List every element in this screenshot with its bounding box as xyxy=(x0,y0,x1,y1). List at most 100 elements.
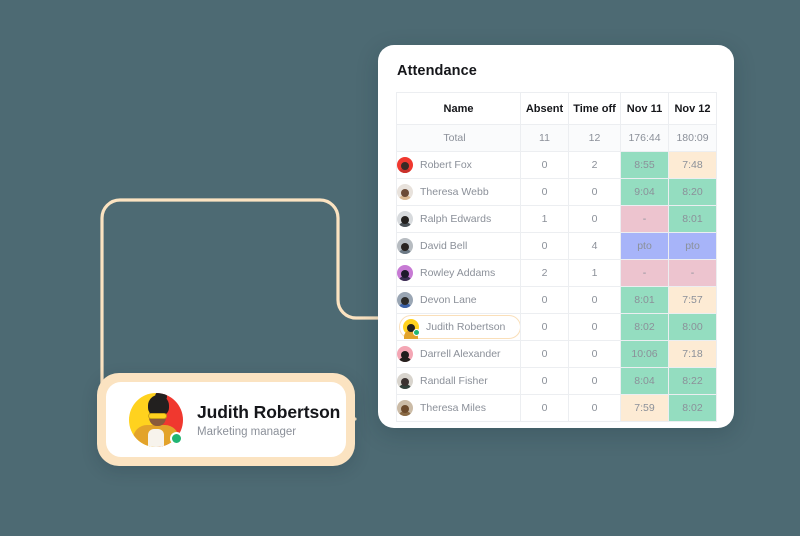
cell-absent: 0 xyxy=(520,340,569,368)
employee-name-label: Randall Fisher xyxy=(420,375,488,387)
cell-timeoff: 1 xyxy=(568,259,621,287)
employee-name-label: Theresa Webb xyxy=(420,186,489,198)
employee-name-cell[interactable]: Theresa Webb xyxy=(396,178,521,206)
avatar xyxy=(397,265,413,281)
employee-name-label: Theresa Miles xyxy=(420,402,486,414)
profile-card-inner: Judith Robertson Marketing manager xyxy=(106,382,346,457)
cell-absent: 0 xyxy=(520,151,569,179)
total-timeoff: 12 xyxy=(568,124,621,152)
table-row[interactable]: Robert Fox 0 2 8:55 7:48 xyxy=(396,151,717,179)
avatar xyxy=(397,346,413,362)
column-header-timeoff[interactable]: Time off xyxy=(568,92,621,125)
profile-name: Judith Robertson xyxy=(197,401,341,422)
avatar xyxy=(403,319,420,339)
avatar xyxy=(397,211,413,227)
table-row[interactable]: Theresa Miles 0 0 7:59 8:02 xyxy=(396,394,717,422)
cell-timeoff: 0 xyxy=(568,286,621,314)
cell-nov12: 8:00 xyxy=(668,313,717,341)
employee-name-label: David Bell xyxy=(420,240,468,252)
cell-timeoff: 0 xyxy=(568,340,621,368)
cell-absent: 0 xyxy=(520,367,569,395)
table-row[interactable]: Judith Robertson 0 0 8:02 8:00 xyxy=(396,313,717,341)
cell-absent: 0 xyxy=(520,313,569,341)
employee-name-label: Rowley Addams xyxy=(420,267,496,279)
avatar xyxy=(129,392,183,447)
employee-name-cell[interactable]: Rowley Addams xyxy=(396,259,521,287)
avatar xyxy=(397,157,413,173)
cell-nov12: 8:22 xyxy=(668,367,717,395)
table-row[interactable]: Theresa Webb 0 0 9:04 8:20 xyxy=(396,178,717,206)
table-row[interactable]: Ralph Edwards 1 0-8:01 xyxy=(396,205,717,233)
employee-name-cell[interactable]: Ralph Edwards xyxy=(396,205,521,233)
total-nov12: 180:09 xyxy=(668,124,717,152)
profile-role: Marketing manager xyxy=(197,425,297,438)
cell-nov12: 8:01 xyxy=(668,205,717,233)
cell-nov11: 8:01 xyxy=(620,286,669,314)
avatar xyxy=(397,184,413,200)
cell-nov12: - xyxy=(668,259,717,287)
column-header-nov12[interactable]: Nov 12 xyxy=(668,92,717,125)
cell-nov12: 8:20 xyxy=(668,178,717,206)
cell-timeoff: 0 xyxy=(568,367,621,395)
profile-card[interactable]: Judith Robertson Marketing manager xyxy=(97,373,355,466)
cell-timeoff: 0 xyxy=(568,205,621,233)
cell-nov11: 8:02 xyxy=(620,313,669,341)
table-row[interactable]: Rowley Addams 2 1- - xyxy=(396,259,717,287)
employee-name-cell[interactable]: Darrell Alexander xyxy=(396,340,521,368)
status-dot-online xyxy=(413,329,420,336)
cell-nov12: 7:57 xyxy=(668,286,717,314)
cell-absent: 2 xyxy=(520,259,569,287)
avatar xyxy=(397,238,413,254)
cell-nov12: pto xyxy=(668,232,717,260)
cell-timeoff: 2 xyxy=(568,151,621,179)
cell-timeoff: 0 xyxy=(568,313,621,341)
cell-timeoff: 0 xyxy=(568,394,621,422)
employee-name-cell[interactable]: Theresa Miles xyxy=(396,394,521,422)
employee-name-cell[interactable]: Devon Lane xyxy=(396,286,521,314)
table-header-row: Name Absent Time off Nov 11 Nov 12 xyxy=(396,92,717,125)
status-badge-online xyxy=(170,431,183,445)
column-header-absent[interactable]: Absent xyxy=(520,92,569,125)
table-row[interactable]: David Bell 0 4 pto pto xyxy=(396,232,717,260)
total-label-text: Total xyxy=(443,132,466,144)
attendance-table: Name Absent Time off Nov 11 Nov 12 Total… xyxy=(396,92,717,422)
cell-absent: 0 xyxy=(520,232,569,260)
cell-timeoff: 0 xyxy=(568,178,621,206)
cell-nov12: 8:02 xyxy=(668,394,717,422)
attendance-card: Attendance Name Absent Time off Nov 11 N… xyxy=(378,45,734,428)
cell-nov11: 10:06 xyxy=(620,340,669,368)
employee-name-label: Judith Robertson xyxy=(426,321,506,333)
table-row[interactable]: Devon Lane 0 0 8:01 7:57 xyxy=(396,286,717,314)
total-nov11: 176:44 xyxy=(620,124,669,152)
cell-nov11: pto xyxy=(620,232,669,260)
employee-name-cell[interactable]: David Bell xyxy=(396,232,521,260)
cell-nov12: 7:48 xyxy=(668,151,717,179)
employee-name-cell[interactable]: Randall Fisher xyxy=(396,367,521,395)
cell-absent: 0 xyxy=(520,394,569,422)
employee-name-cell[interactable]: Judith Robertson xyxy=(396,313,521,341)
cell-absent: 0 xyxy=(520,286,569,314)
cell-nov11: 8:04 xyxy=(620,367,669,395)
employee-name-label: Darrell Alexander xyxy=(420,348,501,360)
employee-name-label: Devon Lane xyxy=(420,294,477,306)
avatar xyxy=(397,400,413,416)
employee-name-cell[interactable]: Robert Fox xyxy=(396,151,521,179)
cell-nov11: 9:04 xyxy=(620,178,669,206)
page-title: Attendance xyxy=(397,63,477,79)
total-label: Total xyxy=(396,124,521,152)
cell-nov11: - xyxy=(620,205,669,233)
avatar xyxy=(397,292,413,308)
avatar xyxy=(397,373,413,389)
employee-name-label: Ralph Edwards xyxy=(420,213,492,225)
column-header-name[interactable]: Name xyxy=(396,92,521,125)
cell-timeoff: 4 xyxy=(568,232,621,260)
column-header-nov11[interactable]: Nov 11 xyxy=(620,92,669,125)
profile-text: Judith Robertson Marketing manager xyxy=(197,402,340,438)
table-row[interactable]: Randall Fisher 0 0 8:04 8:22 xyxy=(396,367,717,395)
cell-absent: 0 xyxy=(520,178,569,206)
cell-nov11: 7:59 xyxy=(620,394,669,422)
cell-nov12: 7:18 xyxy=(668,340,717,368)
cell-nov11: - xyxy=(620,259,669,287)
cell-nov11: 8:55 xyxy=(620,151,669,179)
table-row[interactable]: Darrell Alexander 0 0 10:06 7:18 xyxy=(396,340,717,368)
